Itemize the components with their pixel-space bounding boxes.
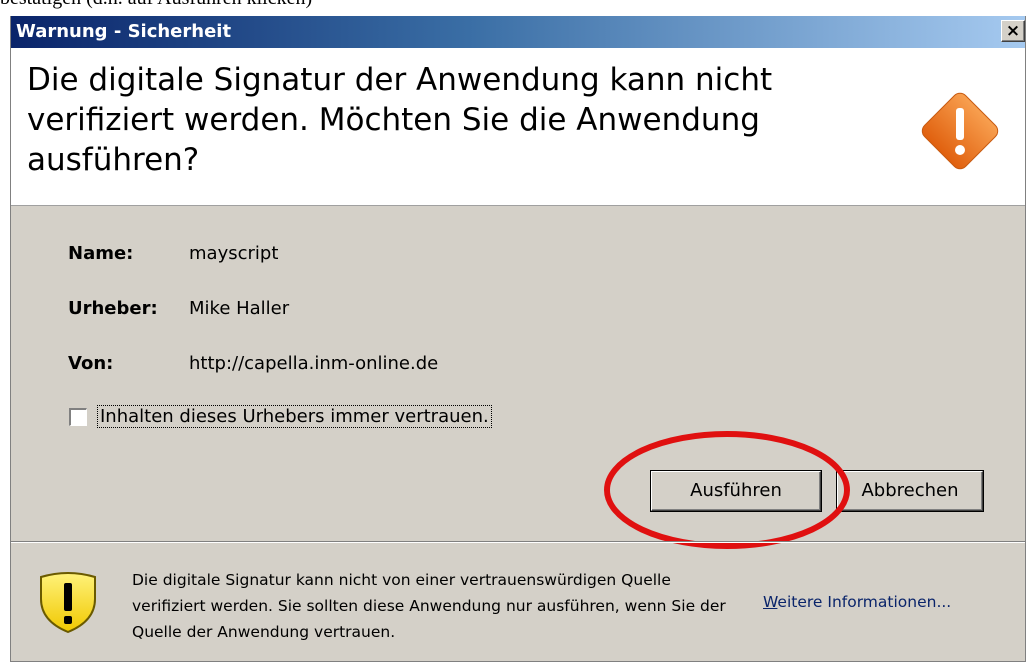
name-value: mayscript [189,243,279,264]
close-button[interactable]: × [1001,20,1025,42]
publisher-label: Urheber: [68,298,158,319]
more-info-link-mnemonic: W [763,593,778,611]
trust-publisher-option[interactable]: Inhalten dieses Urhebers immer vertrauen… [69,405,492,428]
header-panel: Die digitale Signatur der Anwendung kann… [11,48,1025,206]
more-info-link[interactable]: Weitere Informationen... [763,593,951,611]
footer-separator [11,541,1025,543]
cancel-button[interactable]: Abbrechen [837,471,983,511]
trust-checkbox-label[interactable]: Inhalten dieses Urhebers immer vertrauen… [97,405,492,428]
trust-checkbox[interactable] [69,407,87,426]
from-label: Von: [68,353,114,374]
window-title: Warnung - Sicherheit [16,21,232,42]
from-value: http://capella.inm-online.de [189,353,439,374]
warning-diamond-icon [921,92,999,170]
name-label: Name: [68,243,134,264]
warning-shield-icon [40,572,96,634]
publisher-value: Mike Haller [189,298,290,319]
header-message: Die digitale Signatur der Anwendung kann… [27,62,773,178]
title-bar[interactable]: Warnung - Sicherheit × [11,16,1025,48]
security-warning-dialog: Warnung - Sicherheit × Die digitale Sign… [10,16,1026,662]
footer-message: Die digitale Signatur kann nicht von ein… [132,571,726,641]
more-info-link-text: eitere Informationen... [777,593,952,611]
run-button[interactable]: Ausführen [651,471,821,511]
document-background-text: bestätigen (d.h. auf Ausführen klicken) [0,0,312,10]
